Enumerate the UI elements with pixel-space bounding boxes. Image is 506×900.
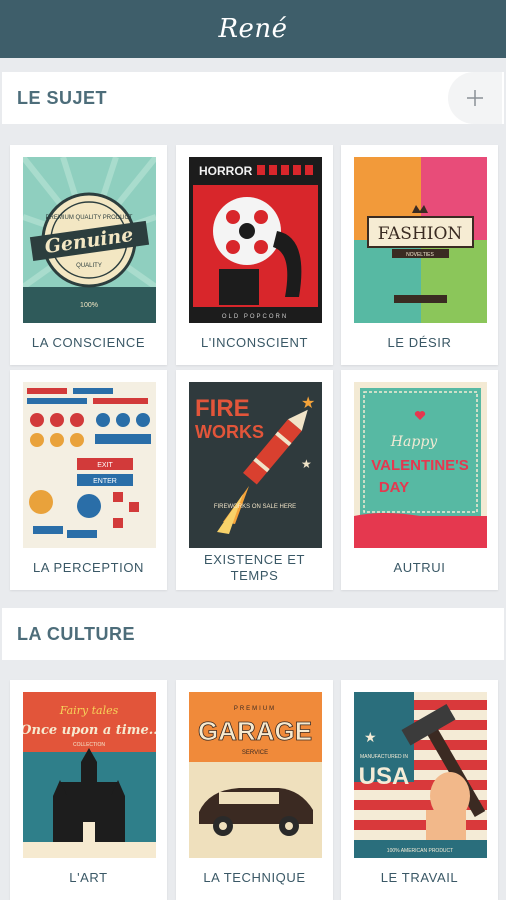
- poster-text: PREMIUM QUALITY PRODUCT: [46, 215, 133, 221]
- card-row: Fairy tales Once upon a time.. COLLECTIO…: [10, 680, 500, 900]
- card-caption: LE TRAVAIL: [380, 870, 459, 885]
- poster-thumbnail: FASHION NOVELTIES: [354, 157, 487, 323]
- app-title: René: [218, 14, 288, 44]
- plus-icon: [467, 90, 483, 106]
- app-bar: René: [0, 0, 506, 58]
- poster-thumbnail: ★ MANUFACTURED IN USA 100% AMERICAN PROD…: [354, 692, 487, 858]
- card-caption: LA TECHNIQUE: [203, 870, 306, 885]
- card-la-technique[interactable]: PREMIUM GARAGE SERVICE LA TECHNIQUE: [176, 680, 333, 900]
- card-la-conscience[interactable]: PREMIUM QUALITY PRODUCT Genuine QUALITY …: [10, 145, 167, 365]
- section-header-la-culture: LA CULTURE: [2, 608, 504, 660]
- poster-thumbnail: PREMIUM GARAGE SERVICE: [189, 692, 322, 858]
- poster-text: NOVELTIES: [406, 252, 434, 258]
- poster-text: 100% AMERICAN PRODUCT: [387, 848, 453, 854]
- poster-text: GARAGE: [198, 716, 312, 746]
- poster-text: Once upon a time..: [23, 723, 156, 738]
- poster-text: USA: [359, 763, 410, 790]
- card-caption: AUTRUI: [393, 560, 446, 575]
- poster-text: PREMIUM: [234, 706, 276, 712]
- add-button[interactable]: [448, 72, 502, 124]
- section-title: LE SUJET: [17, 87, 108, 108]
- poster-text: FASHION: [378, 224, 463, 244]
- poster-text: EXIT: [97, 462, 113, 469]
- card-caption: LA PERCEPTION: [32, 560, 145, 575]
- poster-thumbnail: EXIT ENTER: [23, 382, 156, 548]
- section-title: LA CULTURE: [17, 623, 135, 644]
- poster-text: FIREWORKS ON SALE HERE: [214, 504, 296, 510]
- poster-text: SERVICE: [242, 750, 268, 756]
- card-caption: LE DÉSIR: [387, 335, 452, 350]
- svg-text:★: ★: [301, 393, 315, 412]
- card-l-inconscient[interactable]: HORROR OLD POPCORN L'INCONSCIENT: [176, 145, 333, 365]
- poster-text: MANUFACTURED IN: [360, 754, 408, 760]
- poster-text: WORKS: [195, 422, 264, 442]
- section-header-le-sujet: LE SUJET: [2, 72, 504, 124]
- svg-text:★: ★: [364, 730, 377, 746]
- poster-text: ENTER: [93, 478, 117, 485]
- card-le-desir[interactable]: FASHION NOVELTIES LE DÉSIR: [341, 145, 498, 365]
- poster-thumbnail: Fairy tales Once upon a time.. COLLECTIO…: [23, 692, 156, 858]
- poster-text: Fairy tales: [59, 704, 119, 717]
- poster-text: Happy: [390, 434, 438, 450]
- card-le-travail[interactable]: ★ MANUFACTURED IN USA 100% AMERICAN PROD…: [341, 680, 498, 900]
- poster-text: FIRE: [195, 395, 250, 422]
- poster-text: OLD POPCORN: [222, 314, 288, 320]
- card-autrui[interactable]: Happy VALENTINE'S DAY AUTRUI: [341, 370, 498, 590]
- poster-text: COLLECTION: [73, 742, 105, 748]
- card-l-art[interactable]: Fairy tales Once upon a time.. COLLECTIO…: [10, 680, 167, 900]
- poster-thumbnail: Happy VALENTINE'S DAY: [354, 382, 487, 548]
- card-row: EXIT ENTER LA PERCEPTION FIRE WORKS ★ ★ …: [10, 370, 500, 590]
- poster-text: VALENTINE'S: [371, 457, 468, 474]
- poster-thumbnail: PREMIUM QUALITY PRODUCT Genuine QUALITY …: [23, 157, 156, 323]
- poster-text: 100%: [80, 302, 98, 309]
- poster-thumbnail: HORROR OLD POPCORN: [189, 157, 322, 323]
- card-caption: LA CONSCIENCE: [31, 335, 146, 350]
- card-caption: EXISTENCE ET TEMPS: [203, 552, 306, 583]
- card-la-perception[interactable]: EXIT ENTER LA PERCEPTION: [10, 370, 167, 590]
- poster-thumbnail: FIRE WORKS ★ ★ FIREWORKS ON SALE HERE: [189, 382, 322, 548]
- card-caption: L'ART: [69, 870, 108, 885]
- card-caption: L'INCONSCIENT: [200, 335, 309, 350]
- svg-text:★: ★: [301, 457, 312, 471]
- poster-text: HORROR: [199, 164, 253, 178]
- card-row: PREMIUM QUALITY PRODUCT Genuine QUALITY …: [10, 145, 500, 365]
- poster-text: QUALITY: [76, 263, 102, 269]
- poster-text: DAY: [379, 479, 409, 496]
- card-existence-et-temps[interactable]: FIRE WORKS ★ ★ FIREWORKS ON SALE HERE EX…: [176, 370, 333, 590]
